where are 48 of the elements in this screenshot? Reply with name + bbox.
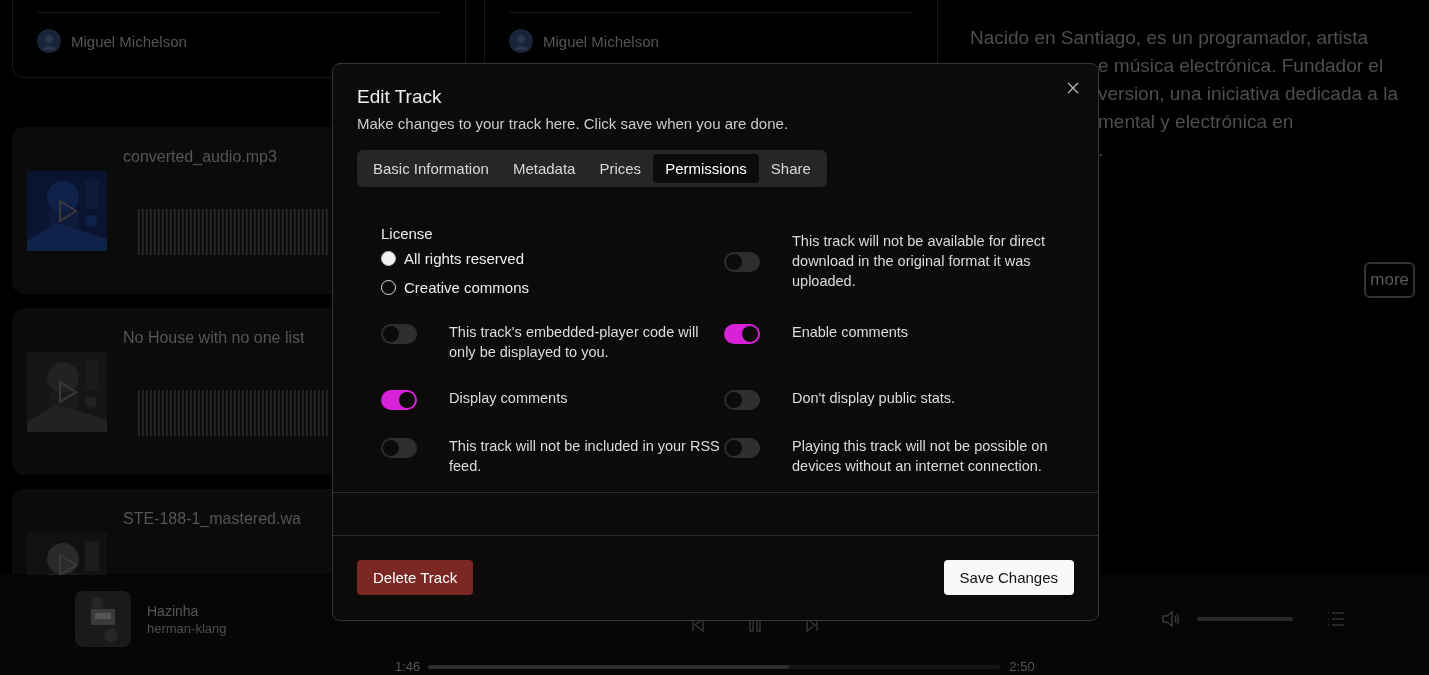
radio-label[interactable]: All rights reserved [404,250,525,267]
waveform-drawing[interactable] [138,390,330,436]
dialog-title: Edit Track [357,86,442,108]
save-changes-button[interactable]: Save Changes [943,560,1074,595]
toggle-switch[interactable] [724,251,760,272]
track-title: Hazinha [147,602,200,619]
radio-button[interactable] [381,251,396,266]
bio-text: version, una iniciativa dedicada a la [1098,82,1398,106]
permission-text: Enable comments [792,323,910,342]
play-icon[interactable] [58,380,78,404]
elapsed-time: 1:46 [395,659,421,675]
license-label: License [381,225,434,242]
volume-icon[interactable] [1161,610,1181,628]
tab[interactable]: Prices [587,154,654,183]
permission-text: Display comments [449,389,569,408]
toggle-switch[interactable] [381,438,417,458]
toggle-switch[interactable] [381,324,417,344]
dialog-description: Make changes to your track here. Click save when you are done. [357,115,789,132]
play-icon[interactable] [58,553,78,577]
avatar-icon [37,29,61,53]
volume-slider[interactable] [1197,617,1293,621]
tab[interactable]: Share [758,154,823,183]
bio-text: . [1098,138,1104,162]
queue-list-icon[interactable] [1327,612,1345,626]
avatar-icon [509,29,533,53]
permission-text: This track's embedded-player code will only be displayed to you. [449,323,700,362]
duration-time: 2:50 [1009,659,1035,675]
waveform-drawing[interactable] [138,209,330,255]
tab[interactable]: Basic Information [361,154,501,183]
bio-text: mental y electrónica en [1098,110,1294,134]
bio-text: Nacido en Santiago, es un programador, artista [970,26,1369,50]
permission-text: This track will not be included in your RSS feed. [449,437,721,476]
toggle-switch[interactable] [724,438,760,458]
toggle-switch[interactable] [724,390,760,410]
radio-button[interactable] [381,280,396,295]
delete-track-button[interactable]: Delete Track [357,560,474,595]
permission-text: This track will not be available for direct download in the original format it was uploaded. [792,231,1047,291]
toggle-switch[interactable] [724,324,760,344]
permission-text: Playing this track will not be possible on devices without an internet connection. [792,437,1049,476]
toggle-switch[interactable] [381,390,417,410]
radio-label[interactable]: Creative commons [404,279,530,296]
play-icon[interactable] [58,199,78,223]
bio-text: e música electrónica. Fundador el [1098,54,1384,78]
tab[interactable]: Metadata [500,154,588,183]
progress-slider[interactable] [428,665,1002,669]
permission-text: Don't display public stats. [792,389,957,408]
tab[interactable]: Permissions [653,154,759,183]
close-icon[interactable] [1067,82,1079,94]
